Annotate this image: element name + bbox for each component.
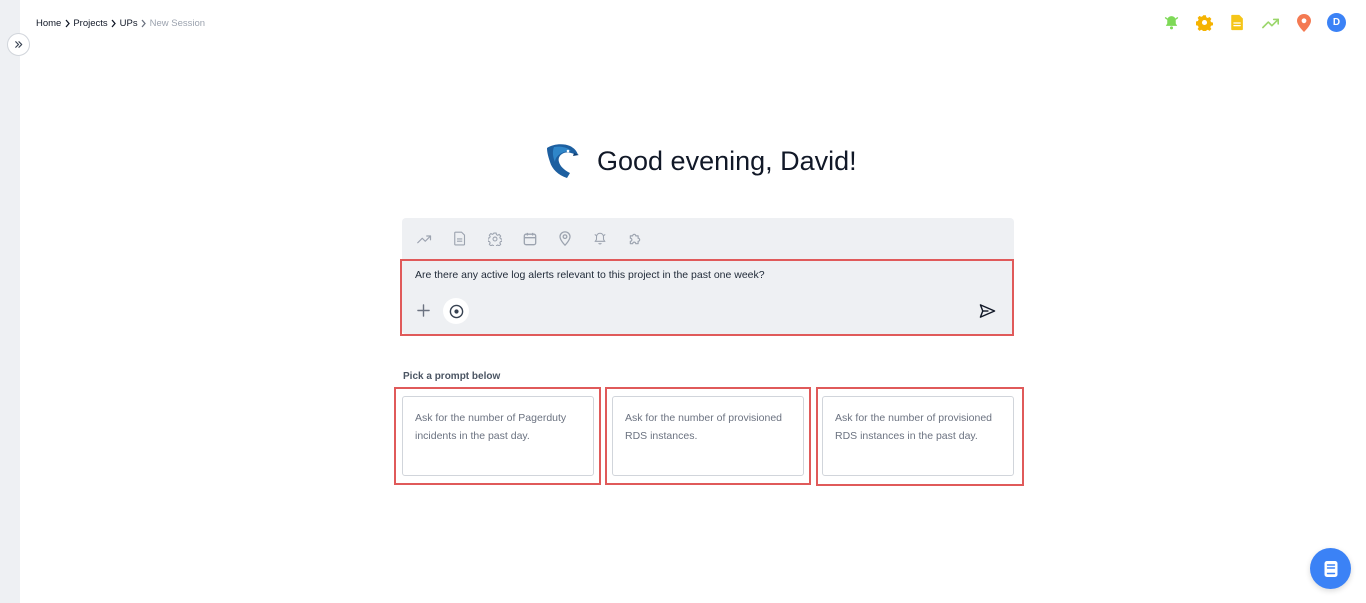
prompt-card-rds-past-day[interactable]: Ask for the number of provisioned RDS in… bbox=[822, 396, 1014, 476]
send-button[interactable] bbox=[976, 300, 998, 322]
help-button[interactable] bbox=[1310, 548, 1351, 589]
document-icon[interactable] bbox=[451, 230, 468, 247]
target-icon bbox=[449, 304, 463, 318]
bell-icon[interactable] bbox=[1162, 13, 1181, 32]
double-chevron-right-icon bbox=[15, 41, 23, 48]
plus-icon bbox=[417, 304, 430, 317]
trending-up-icon[interactable] bbox=[1261, 13, 1280, 32]
breadcrumb: Home Projects UPs New Session bbox=[36, 16, 205, 30]
gear-icon[interactable] bbox=[1195, 13, 1214, 32]
user-avatar[interactable]: D bbox=[1327, 13, 1346, 32]
prompt-heading: Pick a prompt below bbox=[403, 371, 501, 382]
header-toolbar: D bbox=[1162, 13, 1346, 32]
document-icon[interactable] bbox=[1228, 13, 1247, 32]
eagle-logo-icon bbox=[547, 144, 579, 178]
puzzle-icon[interactable] bbox=[626, 230, 643, 247]
add-attachment-button[interactable] bbox=[413, 300, 434, 321]
chevron-right-icon bbox=[61, 19, 73, 28]
location-pin-icon[interactable] bbox=[1294, 13, 1313, 32]
expand-sidebar-button[interactable] bbox=[7, 33, 30, 56]
target-button[interactable] bbox=[443, 298, 469, 324]
gear-icon[interactable] bbox=[486, 230, 503, 247]
greeting: Good evening, David! bbox=[544, 142, 857, 180]
breadcrumb-ups[interactable]: UPs bbox=[120, 18, 138, 29]
prompt-input[interactable] bbox=[415, 269, 975, 281]
greeting-text: Good evening, David! bbox=[597, 145, 857, 176]
left-rail bbox=[0, 0, 20, 603]
chevron-right-icon bbox=[138, 19, 150, 28]
chevron-right-icon bbox=[108, 19, 120, 28]
composer-toolbar bbox=[416, 230, 643, 247]
breadcrumb-current: New Session bbox=[149, 17, 206, 29]
send-icon bbox=[979, 304, 995, 318]
trending-up-icon[interactable] bbox=[416, 230, 433, 247]
prompt-card-rds[interactable]: Ask for the number of provisioned RDS in… bbox=[612, 396, 804, 476]
prompt-card-pagerduty[interactable]: Ask for the number of Pagerduty incident… bbox=[402, 396, 594, 476]
calendar-icon[interactable] bbox=[521, 230, 538, 247]
bell-icon[interactable] bbox=[591, 230, 608, 247]
book-icon bbox=[1324, 560, 1337, 577]
breadcrumb-projects[interactable]: Projects bbox=[73, 18, 107, 29]
location-pin-icon[interactable] bbox=[556, 230, 573, 247]
breadcrumb-home[interactable]: Home bbox=[36, 18, 61, 29]
